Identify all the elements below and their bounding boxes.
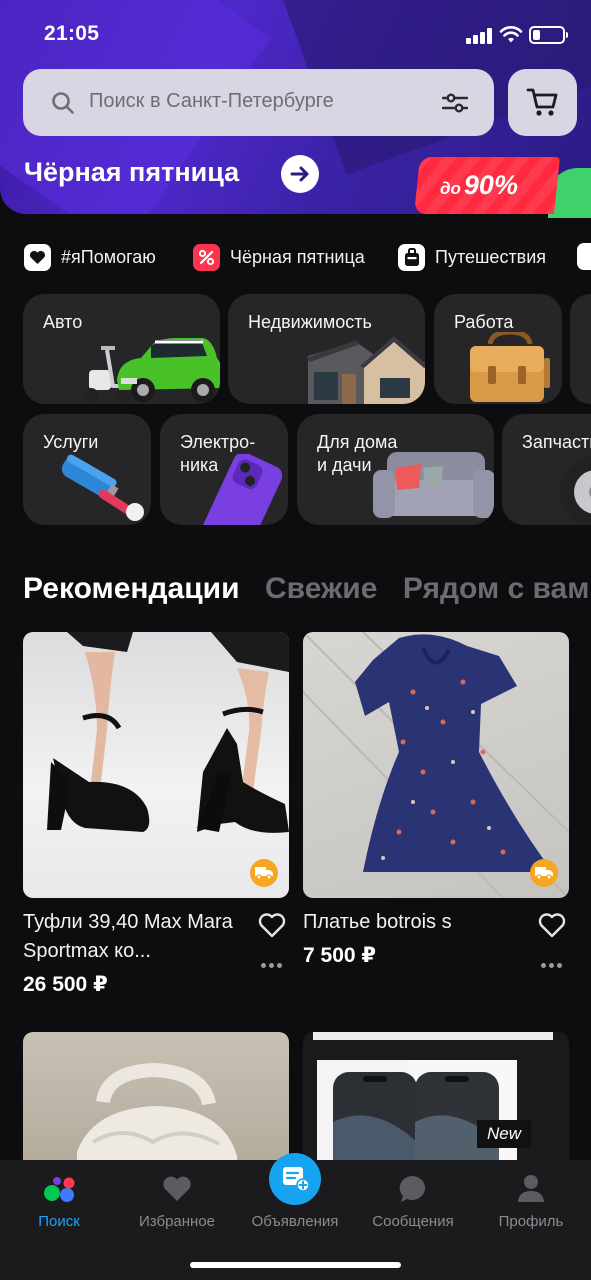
chip-label: Чёрная пятница	[230, 246, 365, 267]
listing-title[interactable]: Платье botrois s	[303, 908, 523, 937]
new-badge: New	[477, 1120, 531, 1148]
user-icon	[518, 1175, 544, 1202]
nav-favorites[interactable]: Избранное	[118, 1160, 236, 1240]
delivery-badge	[530, 859, 558, 887]
nav-search[interactable]: Поиск	[0, 1160, 118, 1240]
listing-image[interactable]: New	[303, 1032, 569, 1162]
category-parts[interactable]: Запчасти	[502, 414, 591, 525]
status-time: 21:05	[44, 22, 100, 45]
category-work[interactable]: Работа	[434, 294, 562, 404]
truck-icon	[255, 867, 273, 880]
listing-price: 26 500 ₽	[23, 973, 108, 996]
listing-image[interactable]	[303, 632, 569, 898]
favorite-heart-icon[interactable]	[258, 912, 286, 938]
chat-bubble-icon	[399, 1175, 426, 1202]
category-electronics[interactable]: Электро- ника	[160, 414, 288, 525]
search-bar[interactable]: Поиск в Санкт-Петербурге	[23, 69, 494, 136]
nav-profile[interactable]: Профиль	[472, 1160, 590, 1240]
percent-icon	[193, 243, 220, 271]
car-image	[83, 338, 220, 404]
signal-icon	[466, 28, 493, 44]
cart-button[interactable]	[508, 69, 577, 136]
filter-icon[interactable]	[442, 91, 468, 115]
arrow-right-icon	[290, 166, 309, 182]
sofa-image	[373, 452, 494, 518]
tire-image	[560, 456, 591, 525]
tab-nearby[interactable]: Рядом с вами	[403, 572, 591, 605]
more-options-icon[interactable]	[261, 963, 283, 969]
chip-help[interactable]: #яПомогаю	[24, 242, 156, 272]
add-listing-icon	[283, 1167, 310, 1192]
tab-recommendations[interactable]: Рекомендации	[23, 572, 240, 605]
shoes-photo	[47, 632, 289, 833]
more-options-icon[interactable]	[541, 963, 563, 969]
nav-messages[interactable]: Сообщения	[354, 1160, 472, 1240]
add-listing-button[interactable]	[269, 1153, 321, 1205]
nav-label: Поиск	[38, 1213, 80, 1230]
favorite-heart-icon[interactable]	[538, 912, 566, 938]
cart-icon	[526, 88, 558, 116]
paint-roller-image	[61, 454, 144, 521]
feed-tabs: Рекомендации Свежие Рядом с вами	[23, 572, 591, 612]
wifi-icon	[499, 26, 523, 43]
listing-price: 7 500 ₽	[303, 944, 376, 967]
chip-black-friday[interactable]: Чёрная пятница	[193, 242, 365, 272]
category-label: Услуги	[43, 432, 99, 452]
search-icon	[52, 92, 74, 114]
category-services[interactable]: Услуги	[23, 414, 151, 525]
category-partial[interactable]	[570, 294, 591, 404]
suitcase-icon	[398, 243, 425, 271]
chip-label: #яПомогаю	[61, 246, 156, 267]
category-label: Недвижимость	[248, 312, 372, 332]
home-indicator	[190, 1262, 401, 1268]
delivery-badge	[250, 859, 278, 887]
handbag-photo	[77, 1062, 237, 1162]
listing-image[interactable]	[23, 1032, 289, 1162]
category-realty[interactable]: Недвижимость	[228, 294, 425, 404]
listing-image[interactable]	[23, 632, 289, 898]
search-placeholder: Поиск в Санкт-Петербурге	[89, 90, 334, 112]
status-bar: 21:05	[0, 0, 591, 70]
promo-title[interactable]: Чёрная пятница	[24, 157, 239, 188]
tab-fresh[interactable]: Свежие	[265, 572, 377, 605]
heart-icon	[24, 243, 51, 271]
category-label: Запчасти	[522, 432, 591, 452]
chip-partial-icon[interactable]	[577, 243, 591, 270]
nav-label: Избранное	[138, 1213, 216, 1230]
category-label: Авто	[43, 312, 83, 332]
category-home-garden[interactable]: Для дома и дачи	[297, 414, 494, 525]
promo-arrow-button[interactable]	[281, 155, 319, 193]
nav-label: Объявления	[251, 1213, 339, 1230]
nav-label: Профиль	[498, 1213, 564, 1230]
listing-title[interactable]: Туфли 39,40 Max Mara Sportmax ко...	[23, 908, 243, 966]
briefcase-image	[470, 332, 550, 402]
dress-photo	[303, 632, 569, 898]
house-image	[306, 336, 425, 404]
category-label: Работа	[454, 312, 514, 332]
avito-logo-icon	[44, 1177, 75, 1202]
promo-discount-text: до 90%	[440, 170, 518, 200]
category-auto[interactable]: Авто	[23, 294, 220, 404]
chip-travel[interactable]: Путешествия	[398, 242, 546, 272]
phone-image	[201, 454, 283, 525]
heart-icon	[163, 1176, 191, 1201]
chip-label: Путешествия	[435, 246, 547, 267]
truck-icon	[535, 867, 553, 880]
battery-icon	[529, 26, 568, 44]
nav-label: Сообщения	[372, 1213, 454, 1230]
